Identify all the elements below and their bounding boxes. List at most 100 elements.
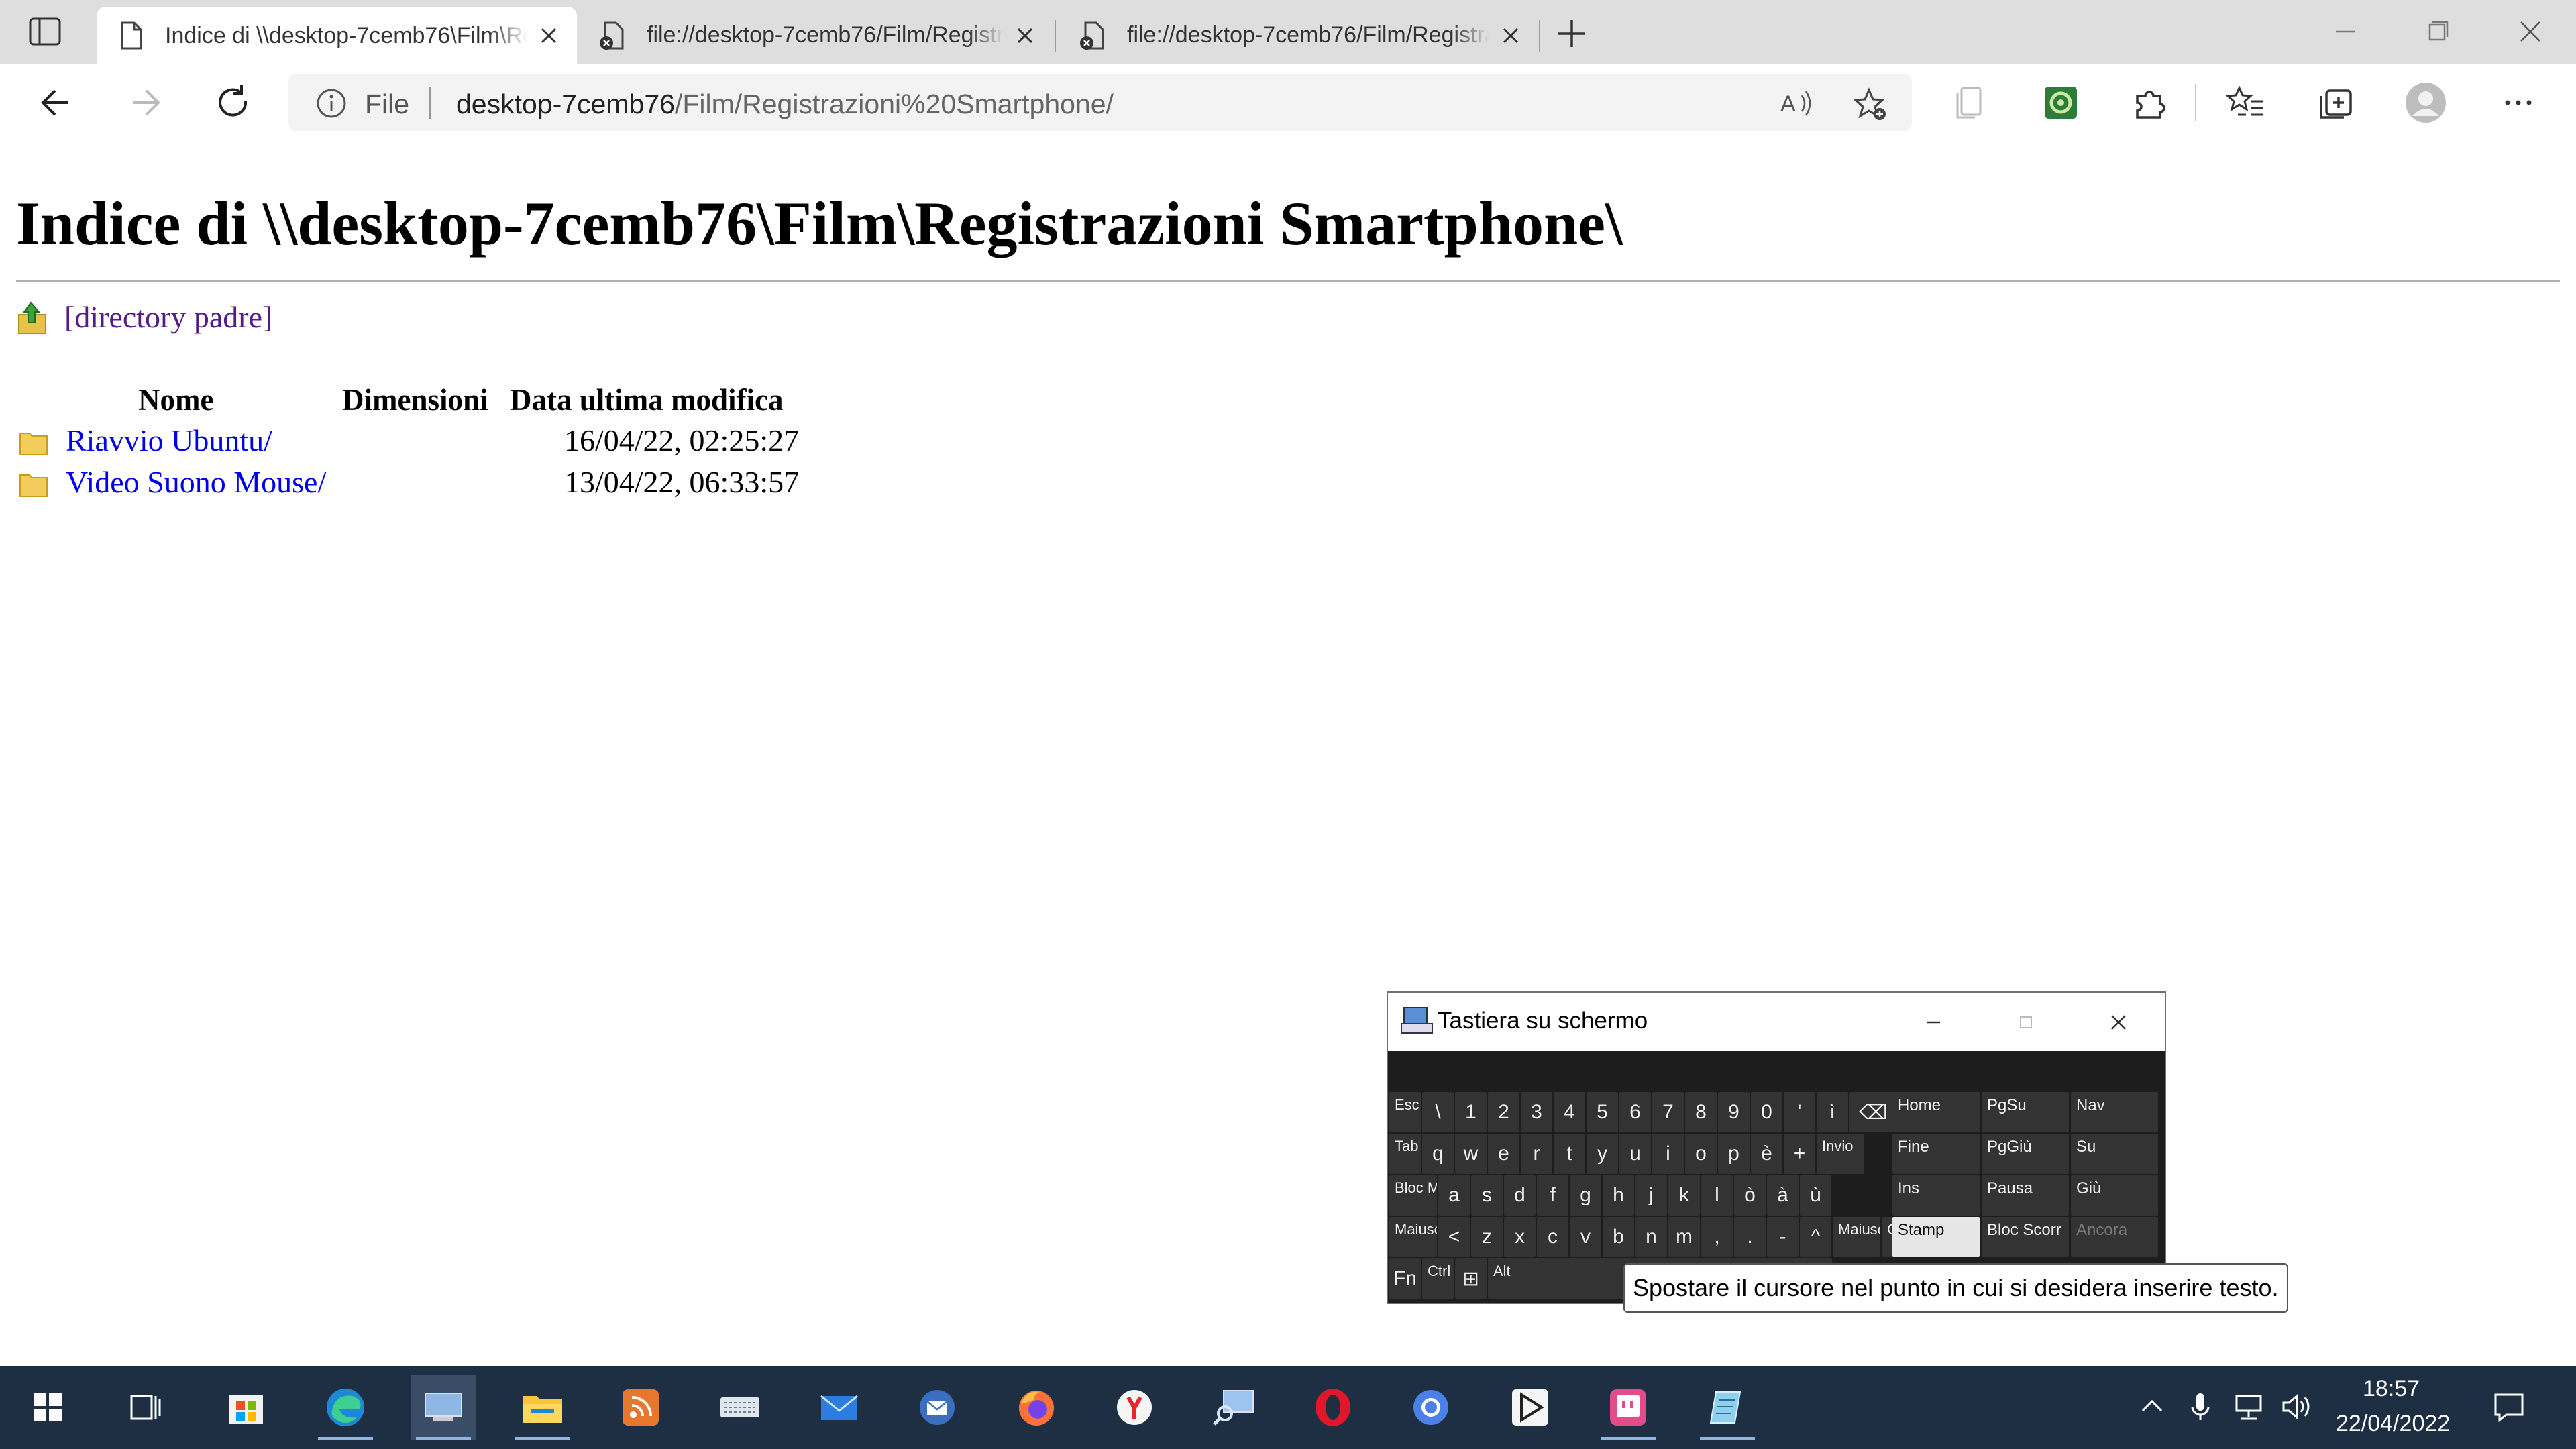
osk-key[interactable]: ⌫ xyxy=(1849,1092,1897,1132)
osk-key[interactable]: 3 xyxy=(1521,1092,1552,1132)
new-tab-icon[interactable] xyxy=(1553,15,1591,52)
osk-close-icon[interactable] xyxy=(2104,1008,2133,1037)
parent-directory-link[interactable]: [directory padre] xyxy=(16,299,272,335)
osk-key[interactable]: z xyxy=(1471,1217,1503,1257)
osk-key[interactable]: \ xyxy=(1422,1092,1454,1132)
minimize-icon[interactable] xyxy=(2326,15,2364,48)
forward-icon[interactable] xyxy=(123,81,166,124)
file-link[interactable]: Riavvio Ubuntu/ xyxy=(66,423,272,458)
osk-key[interactable]: l xyxy=(1701,1175,1733,1216)
osk-nav-key[interactable]: Pausa xyxy=(1982,1175,2069,1216)
osk-key[interactable]: Invio xyxy=(1817,1134,1864,1174)
osk-key[interactable]: k xyxy=(1668,1175,1700,1216)
osk-key[interactable]: ì xyxy=(1817,1092,1848,1132)
close-window-icon[interactable] xyxy=(2512,15,2549,48)
osk-nav-key[interactable]: Bloc Scorr xyxy=(1982,1217,2069,1257)
osk-title-bar[interactable]: Tastiera su schermo xyxy=(1388,993,2165,1051)
osk-key[interactable]: i xyxy=(1652,1134,1684,1174)
read-aloud-icon[interactable]: A xyxy=(1778,86,1815,121)
osk-key[interactable]: - xyxy=(1767,1217,1799,1257)
notification-icon[interactable] xyxy=(2490,1388,2528,1426)
taskbar-app-chrome[interactable] xyxy=(1398,1375,1464,1440)
taskbar-app-store[interactable] xyxy=(213,1375,279,1440)
osk-key[interactable]: s xyxy=(1471,1175,1503,1216)
taskbar-app-firefox[interactable] xyxy=(1004,1375,1069,1440)
file-link[interactable]: Video Suono Mouse/ xyxy=(66,464,326,500)
osk-maximize-icon[interactable] xyxy=(2011,1008,2041,1037)
osk-key[interactable]: m xyxy=(1668,1217,1700,1257)
osk-nav-key[interactable]: PgSu xyxy=(1982,1092,2069,1132)
osk-key[interactable]: b xyxy=(1603,1217,1634,1257)
collections-disabled-icon[interactable] xyxy=(1949,81,1992,124)
osk-nav-key[interactable]: Ins xyxy=(1892,1175,1980,1216)
osk-nav-key[interactable]: Home xyxy=(1892,1092,1980,1132)
osk-key[interactable]: ù xyxy=(1800,1175,1831,1216)
tab-actions-icon[interactable] xyxy=(28,17,62,46)
collections-icon[interactable] xyxy=(2314,81,2357,124)
url-text[interactable]: desktop-7cemb76/Film/Registrazioni%20Sma… xyxy=(456,89,1114,120)
taskbar-app-twitch[interactable] xyxy=(1595,1375,1661,1440)
taskbar-app-media[interactable] xyxy=(1497,1375,1563,1440)
osk-key[interactable]: 0 xyxy=(1751,1092,1782,1132)
osk-key[interactable]: y xyxy=(1587,1134,1618,1174)
osk-key[interactable]: u xyxy=(1619,1134,1651,1174)
close-tab-icon[interactable] xyxy=(1010,21,1040,50)
osk-key[interactable]: 8 xyxy=(1685,1092,1717,1132)
osk-key[interactable]: ' xyxy=(1784,1092,1815,1132)
clock-time[interactable]: 18:57 xyxy=(2363,1376,2420,1402)
osk-nav-key[interactable]: Fine xyxy=(1892,1134,1980,1174)
osk-key[interactable]: n xyxy=(1635,1217,1667,1257)
osk-key[interactable]: j xyxy=(1635,1175,1667,1216)
osk-key[interactable]: 9 xyxy=(1718,1092,1750,1132)
profile-avatar[interactable] xyxy=(2404,81,2447,124)
add-favorite-icon[interactable] xyxy=(1851,86,1889,123)
osk-key[interactable]: Alt xyxy=(1488,1258,1519,1299)
back-icon[interactable] xyxy=(35,81,78,124)
osk-key[interactable]: e xyxy=(1488,1134,1519,1174)
osk-key[interactable]: f xyxy=(1537,1175,1568,1216)
taskbar-app-yandex[interactable] xyxy=(1102,1375,1167,1440)
osk-key[interactable]: w xyxy=(1455,1134,1487,1174)
chevron-up-icon[interactable] xyxy=(2133,1388,2171,1426)
task-view-button[interactable] xyxy=(113,1375,178,1440)
taskbar-app-notepad[interactable] xyxy=(1695,1375,1760,1440)
osk-key[interactable]: è xyxy=(1751,1134,1782,1174)
osk-key[interactable]: . xyxy=(1734,1217,1766,1257)
extension-app-icon[interactable] xyxy=(2039,81,2082,124)
osk-key[interactable]: h xyxy=(1603,1175,1634,1216)
osk-key[interactable]: Fn xyxy=(1389,1258,1421,1299)
osk-key[interactable]: + xyxy=(1784,1134,1815,1174)
osk-key[interactable]: à xyxy=(1767,1175,1799,1216)
restore-icon[interactable] xyxy=(2419,15,2457,48)
osk-nav-key[interactable]: PgGiù xyxy=(1982,1134,2069,1174)
osk-key[interactable]: g xyxy=(1570,1175,1601,1216)
column-header-size[interactable]: Dimensioni xyxy=(342,382,488,417)
taskbar-app-podcast[interactable] xyxy=(608,1375,674,1440)
clock-date[interactable]: 22/04/2022 xyxy=(2336,1411,2450,1437)
osk-key[interactable]: Ctrl xyxy=(1422,1258,1454,1299)
osk-key[interactable]: Maiusc xyxy=(1833,1217,1880,1257)
osk-key[interactable]: 6 xyxy=(1619,1092,1651,1132)
osk-key[interactable]: q xyxy=(1422,1134,1454,1174)
more-options-icon[interactable] xyxy=(2497,81,2540,124)
osk-key[interactable]: p xyxy=(1718,1134,1750,1174)
info-icon[interactable] xyxy=(315,87,347,119)
taskbar-app-mail[interactable] xyxy=(806,1375,872,1440)
taskbar-app-opera[interactable] xyxy=(1300,1375,1366,1440)
column-header-modified[interactable]: Data ultima modifica xyxy=(510,382,783,417)
osk-key[interactable]: Esc xyxy=(1389,1092,1421,1132)
taskbar-app-remote-desktop[interactable] xyxy=(411,1375,476,1440)
taskbar-app-keyboard[interactable] xyxy=(707,1375,773,1440)
osk-key[interactable]: ^ xyxy=(1800,1217,1831,1257)
osk-key[interactable]: t xyxy=(1554,1134,1585,1174)
osk-key[interactable]: ⊞ xyxy=(1455,1258,1487,1299)
osk-nav-key[interactable]: Giù xyxy=(2071,1175,2158,1216)
osk-key[interactable]: Bloc Maiusc xyxy=(1389,1175,1437,1216)
osk-nav-key[interactable]: Nav xyxy=(2071,1092,2158,1132)
osk-key[interactable]: c xyxy=(1537,1217,1568,1257)
taskbar-app-edge[interactable] xyxy=(313,1375,378,1440)
osk-key[interactable]: 2 xyxy=(1488,1092,1519,1132)
address-bar[interactable]: File desktop-7cemb76/Film/Registrazioni%… xyxy=(288,74,1912,131)
volume-icon[interactable] xyxy=(2278,1388,2316,1426)
osk-key[interactable]: o xyxy=(1685,1134,1717,1174)
